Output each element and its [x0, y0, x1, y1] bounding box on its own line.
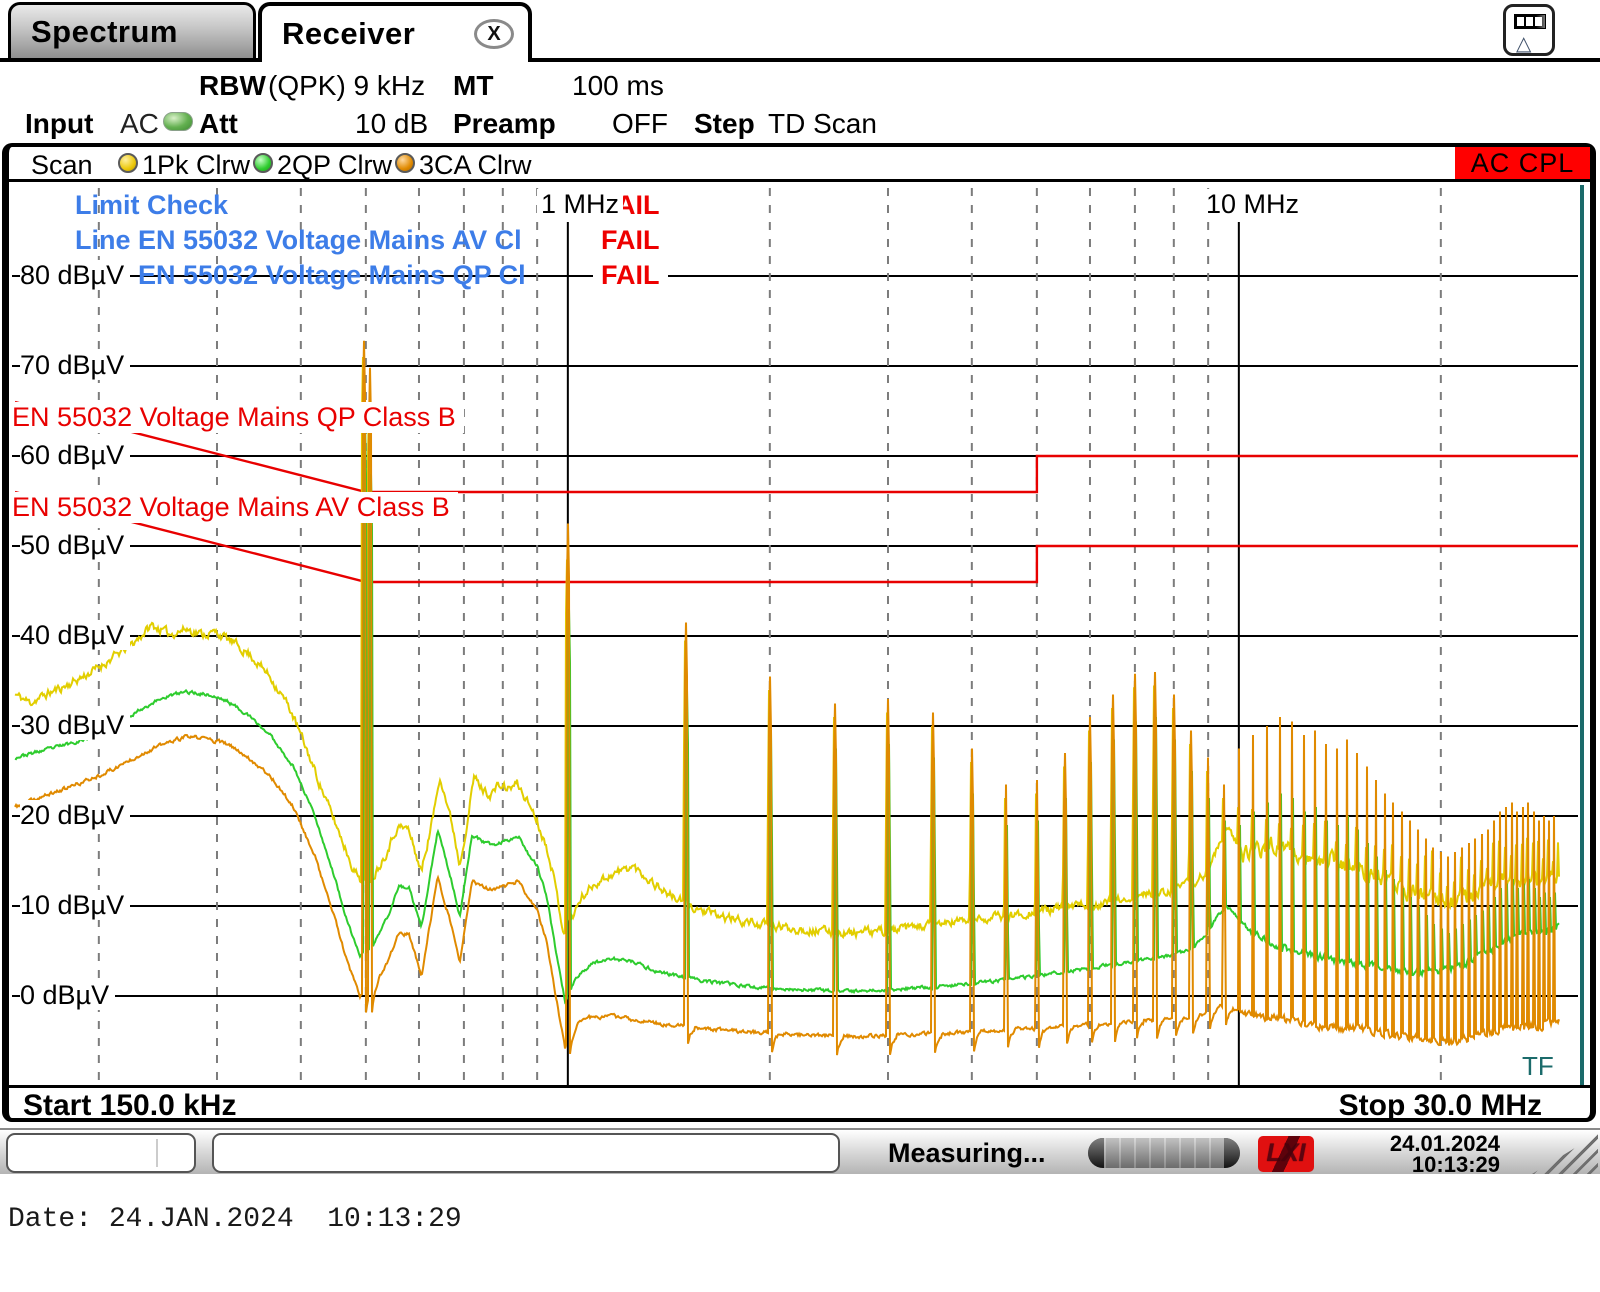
limit-line-av-name: Line EN 55032 Voltage Mains AV Cl [75, 224, 575, 256]
spectrum-chart: Limit Check FAIL Line EN 55032 Voltage M… [9, 185, 1590, 1088]
y-axis-label: 10 dBµV [20, 890, 130, 920]
measuring-status: Measuring... [888, 1138, 1046, 1169]
limit-line-qp-name: Line EN 55032 Voltage Mains QP Cl [75, 259, 575, 291]
input-value[interactable]: AC [120, 108, 159, 140]
y-axis-label: 60 dBµV [20, 440, 130, 470]
tab-spectrum-label: Spectrum [11, 14, 178, 50]
limit-line-qp-status: FAIL [593, 259, 668, 291]
softkey-bar-icon [1514, 14, 1546, 29]
resize-grip[interactable] [1532, 1134, 1598, 1174]
measurement-progress-bar [1088, 1138, 1240, 1168]
tab-bar-divider [0, 58, 1600, 62]
status-field-main[interactable] [212, 1133, 840, 1173]
limit-label-av: EN 55032 Voltage Mains AV Class B [10, 492, 458, 523]
limit-label-qp: EN 55032 Voltage Mains QP Class B [10, 402, 464, 433]
tab-spectrum[interactable]: Spectrum [8, 2, 256, 58]
rbw-label[interactable]: RBW [199, 70, 266, 102]
stop-frequency-label: Stop 30.0 MHz [1339, 1089, 1542, 1123]
att-value[interactable]: 10 dB [355, 108, 428, 140]
mt-label[interactable]: MT [453, 70, 493, 102]
status-time: 10:13:29 [1390, 1154, 1500, 1175]
y-axis-label: 30 dBµV [20, 710, 130, 740]
close-tab-icon[interactable]: X [474, 19, 514, 49]
display-toolbar-button[interactable]: △ [1503, 4, 1555, 56]
tab-receiver-label: Receiver [262, 16, 415, 52]
scan-bar: Scan 1Pk Clrw 2QP Clrw 3CA Clrw AC CPL [9, 147, 1590, 182]
ac-coupling-badge: AC CPL [1455, 147, 1590, 179]
page-date-caption: Date: 24.JAN.2024 10:13:29 [8, 1204, 462, 1235]
frequency-range-bar: Start 150.0 kHz Stop 30.0 MHz [9, 1085, 1590, 1118]
preamp-value[interactable]: OFF [612, 108, 668, 140]
input-label[interactable]: Input [25, 108, 93, 140]
att-label[interactable]: Att [199, 108, 238, 140]
status-bar: Measuring... LXI 24.01.2024 10:13:29 [0, 1128, 1600, 1174]
status-date: 24.01.2024 [1390, 1133, 1500, 1154]
lxi-logo-icon: LXI [1258, 1136, 1314, 1172]
y-axis-label: 70 dBµV [20, 350, 130, 380]
limit-check-title: Limit Check [75, 189, 575, 221]
preamp-label[interactable]: Preamp [453, 108, 556, 140]
y-axis-label: 0 dBµV [20, 980, 115, 1010]
mt-value[interactable]: 100 ms [572, 70, 664, 102]
y-axis-label: 80 dBµV [20, 260, 130, 290]
tab-receiver[interactable]: Receiver X [258, 2, 532, 62]
scan-label: Scan [31, 150, 93, 181]
trace3-label[interactable]: 3CA Clrw [419, 150, 532, 181]
start-frequency-label: Start 150.0 kHz [23, 1089, 236, 1123]
y-axis-label: 50 dBµV [20, 530, 130, 560]
rbw-value[interactable]: (QPK) 9 kHz [268, 70, 425, 102]
plot-canvas [9, 185, 1590, 1088]
y-axis-label: 40 dBµV [20, 620, 130, 650]
status-field-left[interactable] [6, 1133, 196, 1173]
gridline-label-1mhz: 1 MHz [537, 189, 623, 219]
tab-bar: Spectrum Receiver X △ [0, 0, 1600, 62]
step-value[interactable]: TD Scan [768, 108, 877, 140]
step-label[interactable]: Step [694, 108, 755, 140]
trace-3ca-clrw [15, 341, 1559, 1055]
trace2-led-icon [253, 153, 273, 173]
transducer-factor-label: TF [1522, 1051, 1554, 1082]
trace1-label[interactable]: 1Pk Clrw [142, 150, 250, 181]
trace1-led-icon [118, 153, 138, 173]
limit-line-av-status: FAIL [593, 224, 668, 256]
input-ac-led-icon [163, 112, 193, 131]
datetime-display: 24.01.2024 10:13:29 [1390, 1133, 1500, 1175]
triangle-icon: △ [1516, 31, 1531, 57]
measurement-window: Scan 1Pk Clrw 2QP Clrw 3CA Clrw AC CPL L… [2, 143, 1596, 1122]
trace3-led-icon [395, 153, 415, 173]
y-axis-label: 20 dBµV [20, 800, 130, 830]
trace2-label[interactable]: 2QP Clrw [277, 150, 392, 181]
gridline-label-10mhz: 10 MHz [1202, 189, 1303, 219]
